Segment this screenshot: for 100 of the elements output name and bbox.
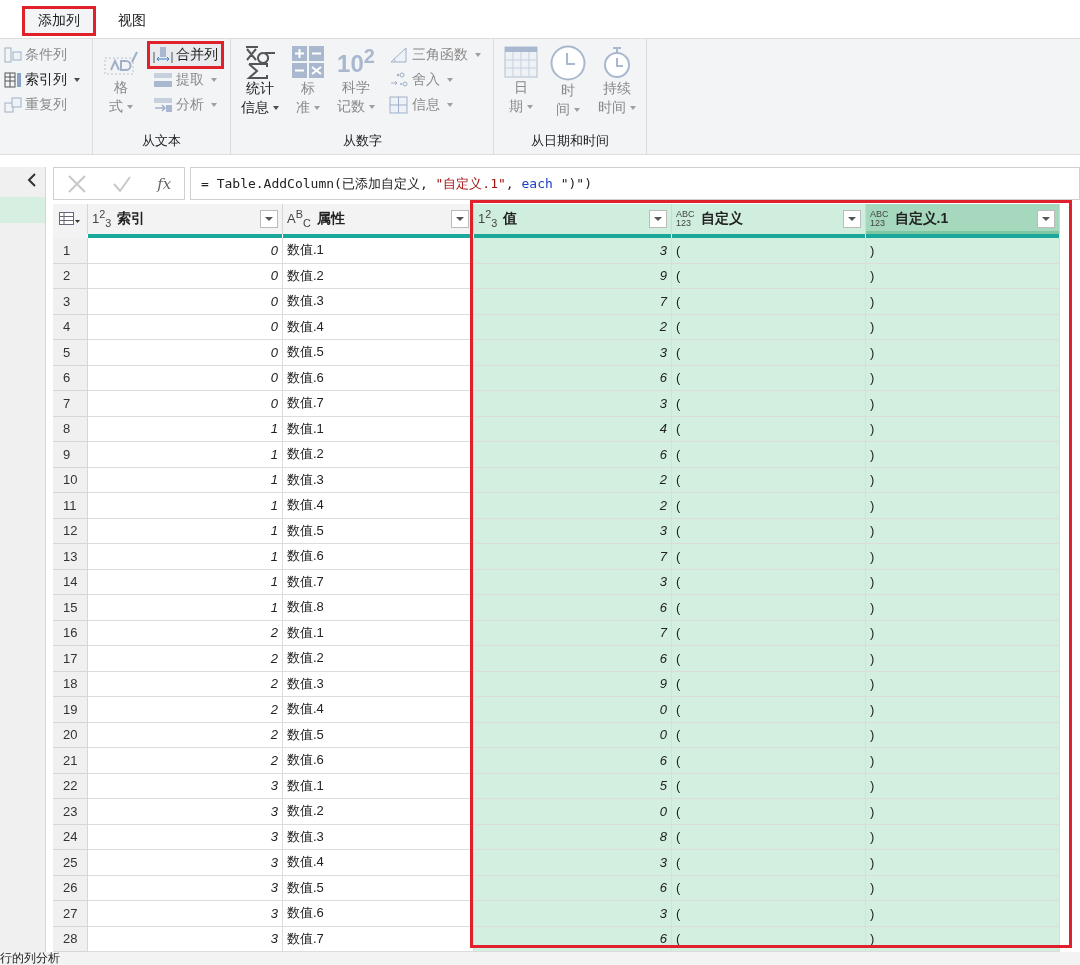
table-cell: ( <box>672 901 866 927</box>
row-number: 11 <box>53 493 88 519</box>
filter-dropdown-icon[interactable] <box>843 210 861 228</box>
table-cell: ) <box>866 544 1060 570</box>
table-cell: ) <box>866 314 1060 340</box>
info-table-icon <box>389 96 409 114</box>
table-cell: 数值.6 <box>283 365 474 391</box>
filter-dropdown-icon[interactable] <box>1037 210 1055 228</box>
table-cell: ( <box>672 289 866 315</box>
formula-field[interactable]: = Table.AddColumn(已添加自定义, "自定义.1", each ")") <box>190 167 1080 200</box>
table-cell: ( <box>672 799 866 825</box>
table-icon <box>59 212 81 226</box>
table-cell: ) <box>866 748 1060 774</box>
status-text: 行的列分析 <box>0 952 60 965</box>
table-cell: 0 <box>474 697 672 723</box>
table-cell: 数值.3 <box>283 671 474 697</box>
row-number: 6 <box>53 365 88 391</box>
filter-dropdown-icon[interactable] <box>649 210 667 228</box>
table-cell: 3 <box>474 850 672 876</box>
table-cell: 2 <box>88 671 283 697</box>
column-icon <box>4 47 22 63</box>
table-cell: 数值.7 <box>283 926 474 952</box>
row-number: 13 <box>53 544 88 570</box>
row-number: 25 <box>53 850 88 876</box>
row-number: 9 <box>53 442 88 468</box>
table-cell: ( <box>672 416 866 442</box>
ribbon-tab[interactable]: 视图 <box>102 6 162 36</box>
column-header[interactable]: 1$^{2}$$_{3}$ 值 <box>474 204 672 234</box>
table-cell: 数值.2 <box>283 442 474 468</box>
table-cell: 0 <box>88 391 283 417</box>
table-cell: 2 <box>88 722 283 748</box>
table-cell: 1 <box>88 493 283 519</box>
column-header[interactable]: 1$^{2}$$_{3}$ 索引 <box>88 204 283 234</box>
table-cell: ) <box>866 722 1060 748</box>
table-cell: ) <box>866 416 1060 442</box>
ribbon-button[interactable]: 索引列 <box>0 68 84 92</box>
row-number: 12 <box>53 518 88 544</box>
row-number: 8 <box>53 416 88 442</box>
table-cell: ( <box>672 238 866 264</box>
row-number: 20 <box>53 722 88 748</box>
table-cell: ) <box>866 365 1060 391</box>
filter-dropdown-icon[interactable] <box>260 210 278 228</box>
table-cell: 5 <box>474 773 672 799</box>
table-cell: 数值.3 <box>283 467 474 493</box>
table-cell: ( <box>672 544 866 570</box>
table-cell: ( <box>672 442 866 468</box>
table-cell: 3 <box>88 799 283 825</box>
triangle-icon <box>389 46 409 64</box>
check-icon[interactable] <box>112 174 132 193</box>
table-cell: ) <box>866 340 1060 366</box>
filter-dropdown-icon[interactable] <box>451 210 469 228</box>
row-number: 22 <box>53 773 88 799</box>
table-cell: ( <box>672 569 866 595</box>
table-cell: 1 <box>88 416 283 442</box>
table-cell: ) <box>866 263 1060 289</box>
row-number: 3 <box>53 289 88 315</box>
table-cell: ) <box>866 850 1060 876</box>
table-cell: 2 <box>88 748 283 774</box>
column-header[interactable]: A$^{B}$$_{C}$ 属性 <box>283 204 474 234</box>
arithmetic-icon <box>291 45 325 79</box>
row-number: 7 <box>53 391 88 417</box>
table-cell: 3 <box>88 850 283 876</box>
table-cell: ) <box>866 442 1060 468</box>
ribbon-button[interactable]: 合并列 <box>149 43 222 67</box>
calendar-icon <box>504 45 538 78</box>
group-label: 从文本 <box>141 132 182 150</box>
table-cell: 9 <box>474 263 672 289</box>
table-cell: 数值.1 <box>283 416 474 442</box>
table-cell: ( <box>672 773 866 799</box>
table-menu-button[interactable] <box>53 204 88 234</box>
ribbon-tab[interactable]: 添加列 <box>22 6 96 36</box>
row-number: 18 <box>53 671 88 697</box>
table-cell: ( <box>672 391 866 417</box>
table-cell: 数值.4 <box>283 314 474 340</box>
table-cell: ) <box>866 824 1060 850</box>
table-cell: 1 <box>88 544 283 570</box>
table-cell: ) <box>866 238 1060 264</box>
table-cell: 2 <box>474 314 672 340</box>
table-cell: 2 <box>88 697 283 723</box>
table-cell: 3 <box>88 901 283 927</box>
table-cell: 数值.5 <box>283 875 474 901</box>
table-cell: 3 <box>474 901 672 927</box>
row-number: 27 <box>53 901 88 927</box>
table-cell: ) <box>866 595 1060 621</box>
table-cell: 3 <box>474 518 672 544</box>
table-cell: 数值.2 <box>283 646 474 672</box>
row-number: 4 <box>53 314 88 340</box>
collapse-icon[interactable] <box>27 173 37 187</box>
ribbon-button[interactable]: 统计 信息 <box>239 43 281 118</box>
table-cell: ) <box>866 289 1060 315</box>
merge-columns-icon <box>153 46 173 64</box>
table-cell: 数值.2 <box>283 263 474 289</box>
table-cell: 3 <box>88 926 283 952</box>
function-button[interactable]: fx <box>157 174 172 193</box>
row-number: 16 <box>53 620 88 646</box>
table-cell: ( <box>672 824 866 850</box>
clock-icon <box>550 45 586 81</box>
table-cell: ) <box>866 697 1060 723</box>
table-cell: 6 <box>474 595 672 621</box>
table-cell: 3 <box>88 773 283 799</box>
